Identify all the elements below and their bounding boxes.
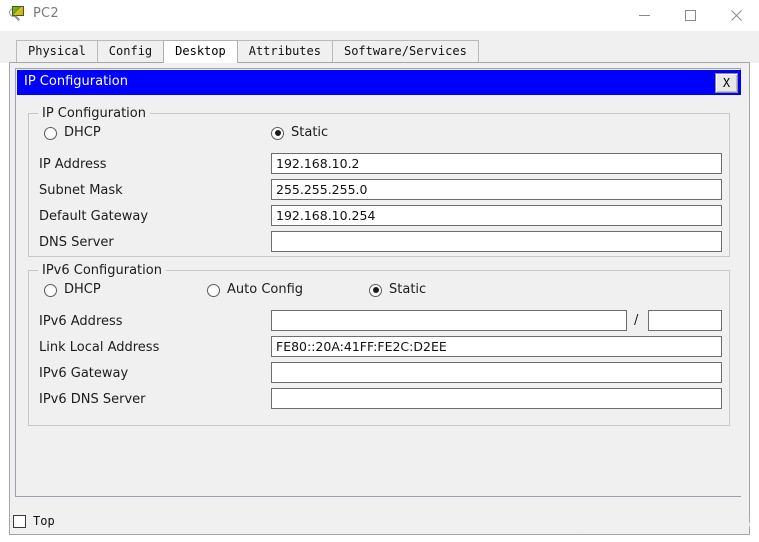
radio-circle-filled-icon [271, 126, 284, 140]
window-titlebar: PC2 [0, 0, 759, 32]
ipv4-group-legend: IP Configuration [38, 106, 150, 121]
close-icon [730, 10, 742, 21]
ipv6-dns-server-input[interactable] [271, 388, 722, 409]
ip-configuration-close-button[interactable]: X [715, 73, 738, 93]
close-button[interactable] [713, 0, 759, 31]
link-local-address-input[interactable]: FE80::20A:41FF:FE2C:D2EE [271, 336, 722, 357]
window-title: PC2 [33, 6, 59, 21]
ipv6-gateway-label: IPv6 Gateway [39, 366, 129, 381]
ipv6-group-legend: IPv6 Configuration [38, 263, 166, 278]
pc-magnifier-icon [9, 5, 26, 22]
ip-configuration-window: IP Configuration X IP Configuration DHCP… [15, 68, 741, 497]
minimize-icon [638, 15, 650, 16]
ipv6-dhcp-label: DHCP [64, 282, 101, 297]
desktop-content-panel: IP Configuration X IP Configuration DHCP… [9, 62, 750, 535]
ipv6-prefix-input[interactable] [648, 310, 722, 331]
default-gateway-input[interactable]: 192.168.10.254 [271, 205, 722, 226]
tab-strip: Physical Config Desktop Attributes Softw… [0, 31, 759, 63]
tab-list: Physical Config Desktop Attributes Softw… [16, 40, 479, 63]
ipv4-static-radio[interactable]: Static [271, 126, 328, 140]
minimize-button[interactable] [621, 0, 667, 31]
ip-configuration-body: IP Configuration DHCP Static IP Address … [17, 95, 741, 496]
ipv6-prefix-separator: / [634, 313, 639, 328]
ipv6-static-radio[interactable]: Static [369, 283, 426, 297]
radio-circle-filled-icon [369, 283, 382, 297]
ipv4-dhcp-radio[interactable]: DHCP [44, 126, 101, 140]
maximize-button[interactable] [667, 0, 713, 31]
ipv6-dns-server-label: IPv6 DNS Server [39, 392, 146, 407]
tab-attributes[interactable]: Attributes [236, 40, 333, 63]
ip-configuration-title: IP Configuration [24, 74, 128, 89]
ip-address-input[interactable]: 192.168.10.2 [271, 153, 722, 174]
checkbox-square-icon [13, 514, 26, 528]
dns-server-input[interactable] [271, 231, 722, 252]
tab-config[interactable]: Config [96, 40, 165, 63]
ipv6-address-label: IPv6 Address [39, 314, 123, 329]
titlebar-left-group: PC2 [9, 5, 59, 22]
ipv6-auto-config-label: Auto Config [227, 282, 304, 297]
tab-physical[interactable]: Physical [16, 40, 98, 63]
ipv6-static-label: Static [389, 282, 427, 297]
subnet-mask-input[interactable]: 255.255.255.0 [271, 179, 722, 200]
watermark-text: https://blog.csdn.net/qq_42420826 [498, 516, 751, 532]
tab-software-services[interactable]: Software/Services [331, 40, 479, 63]
radio-circle-icon [44, 126, 57, 140]
radio-circle-icon [207, 283, 220, 297]
ipv4-dhcp-label: DHCP [64, 125, 101, 140]
top-checkbox[interactable]: Top [13, 514, 55, 528]
window-controls [621, 0, 759, 31]
dns-server-label: DNS Server [39, 235, 114, 250]
default-gateway-label: Default Gateway [39, 209, 149, 224]
top-checkbox-label: Top [33, 514, 55, 528]
ip-address-label: IP Address [39, 157, 107, 172]
ipv6-gateway-input[interactable] [271, 362, 722, 383]
maximize-icon [684, 10, 696, 21]
application-window: PC2 Physical Config Desktop Attributes S… [0, 0, 759, 542]
subnet-mask-label: Subnet Mask [39, 183, 123, 198]
ipv4-static-label: Static [291, 125, 329, 140]
radio-circle-icon [44, 283, 57, 297]
tab-desktop[interactable]: Desktop [163, 40, 238, 63]
ipv6-address-input[interactable] [271, 310, 627, 331]
ipv6-dhcp-radio[interactable]: DHCP [44, 283, 101, 297]
link-local-address-label: Link Local Address [39, 340, 160, 355]
ip-configuration-titlebar: IP Configuration X [17, 70, 741, 95]
ipv6-auto-config-radio[interactable]: Auto Config [207, 283, 303, 297]
